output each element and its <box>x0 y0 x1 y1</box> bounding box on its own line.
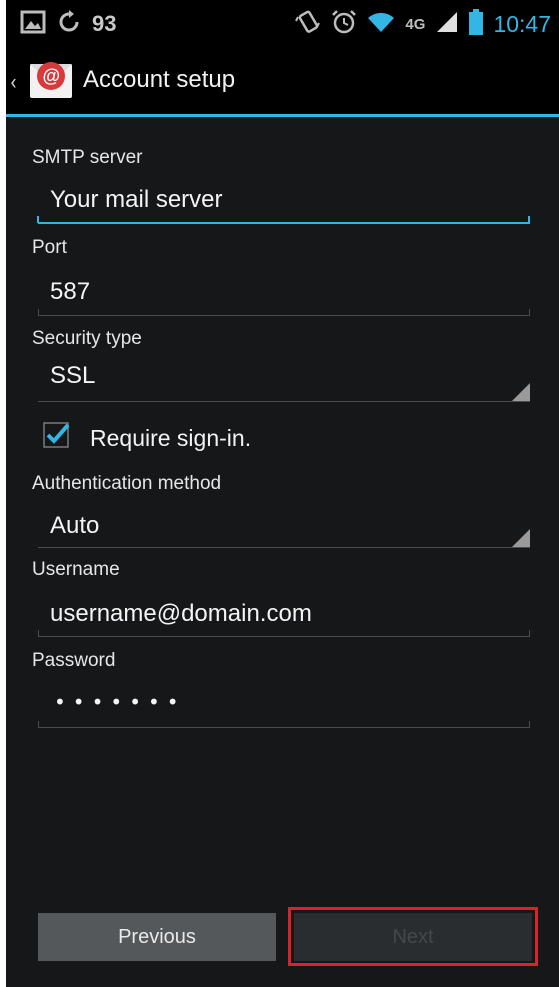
username-underline-cap-left <box>38 630 39 637</box>
username-input[interactable]: username@domain.com <box>50 600 312 628</box>
sync-icon <box>56 10 82 38</box>
email-app-icon[interactable]: @ <box>28 58 74 104</box>
phone-screen: 93 4G 10:47 ‹ @ Account setup SMTP serve… <box>6 0 559 987</box>
dropdown-arrow-icon[interactable] <box>512 383 530 401</box>
password-label: Password <box>32 650 116 671</box>
port-label: Port <box>32 237 67 258</box>
security-type-select[interactable]: SSL <box>50 362 95 390</box>
alarm-icon <box>331 9 357 39</box>
username-label: Username <box>32 559 120 580</box>
auth-method-select[interactable]: Auto <box>50 512 99 540</box>
signal-icon <box>435 10 459 38</box>
require-signin-checkbox[interactable] <box>43 420 71 448</box>
battery-icon <box>469 9 484 39</box>
smtp-server-label: SMTP server <box>32 147 143 168</box>
smtp-underline-cap-right <box>528 216 530 223</box>
security-type-label: Security type <box>32 328 142 349</box>
auth-method-underline <box>38 547 530 548</box>
password-underline <box>38 727 530 728</box>
smtp-server-input[interactable]: Your mail server <box>50 186 223 214</box>
smtp-underline-cap-left <box>37 216 39 223</box>
wifi-icon <box>367 10 395 38</box>
action-bar-divider <box>6 114 559 117</box>
dropdown-arrow-icon[interactable] <box>512 529 530 547</box>
clock: 10:47 <box>493 10 551 37</box>
port-underline-cap-left <box>38 309 39 316</box>
network-type: 4G <box>405 15 426 33</box>
port-input[interactable]: 587 <box>50 278 90 306</box>
image-icon <box>20 10 46 38</box>
password-underline-cap-left <box>38 721 39 728</box>
svg-text:@: @ <box>42 66 60 86</box>
security-type-underline <box>38 401 530 402</box>
require-signin-label[interactable]: Require sign-in. <box>90 425 251 452</box>
previous-button[interactable]: Previous <box>38 913 276 961</box>
screen-title: Account setup <box>83 66 236 93</box>
auth-method-label: Authentication method <box>32 473 222 494</box>
smtp-server-underline <box>38 222 530 224</box>
username-underline <box>38 636 530 637</box>
port-underline-cap-right <box>529 309 530 316</box>
status-bar: 93 4G 10:47 <box>6 0 559 48</box>
chevron-left-icon[interactable]: ‹ <box>10 70 17 95</box>
next-button-highlight <box>288 907 538 966</box>
port-underline <box>38 315 530 316</box>
username-underline-cap-right <box>529 630 530 637</box>
password-underline-cap-right <box>529 721 530 728</box>
vibrate-icon <box>295 9 321 39</box>
action-bar: ‹ @ Account setup <box>6 48 559 114</box>
notification-count: 93 <box>92 11 117 36</box>
password-input[interactable]: ••••••• <box>54 690 186 714</box>
